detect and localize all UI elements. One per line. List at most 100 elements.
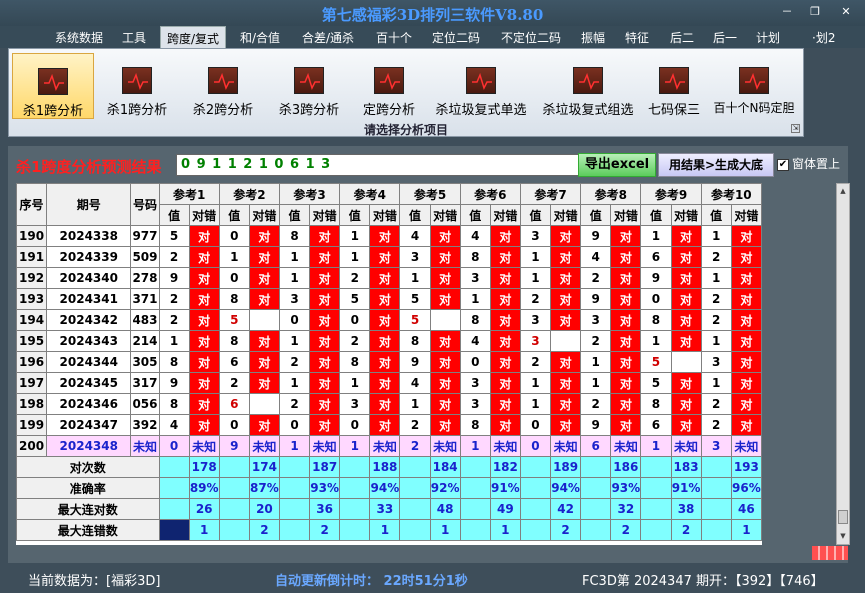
table-row[interactable]: 198 2024346 056 8 对 6 2 对 3 对 1 对 3 对 1 对 2 对 8 对 2 对 xyxy=(16,393,762,415)
col-header-ref[interactable]: 参考2 xyxy=(218,183,280,205)
col-subheader-match[interactable]: 对错 xyxy=(429,204,461,226)
col-subheader-value[interactable]: 值 xyxy=(580,204,612,226)
col-subheader-value[interactable]: 值 xyxy=(278,204,311,226)
ribbon-kill2-span[interactable]: 杀2跨分析 xyxy=(185,53,261,119)
menu-span-compound[interactable]: 跨度/复式 xyxy=(160,26,227,48)
col-header-seq[interactable]: 序号 xyxy=(16,183,48,226)
menu-amplitude[interactable]: 振幅 xyxy=(581,29,605,46)
ribbon-kill3-span[interactable]: 杀3跨分析 xyxy=(271,53,347,119)
result-field[interactable]: 0 9 1 1 2 1 0 6 1 3 xyxy=(176,154,584,176)
stats-value: 1 xyxy=(730,519,762,541)
cell-value: 1 xyxy=(640,330,672,352)
menu-plan-2[interactable]: ·划2 xyxy=(812,29,835,46)
ribbon-label: 百十个N码定胆 xyxy=(713,101,795,115)
table-row[interactable]: 197 2024345 317 9 对 2 对 1 对 1 对 4 对 3 对 1 对 1 对 5 对 1 对 xyxy=(16,372,762,394)
cell-value: 1 xyxy=(640,435,672,457)
col-subheader-match[interactable]: 对错 xyxy=(248,204,280,226)
col-header-ref[interactable]: 参考8 xyxy=(580,183,642,205)
col-header-ref[interactable]: 参考4 xyxy=(339,183,401,205)
menu-last-one[interactable]: 后一 xyxy=(713,29,737,46)
col-header-ref[interactable]: 参考10 xyxy=(700,183,762,205)
vertical-scrollbar[interactable]: ▲ ▼ xyxy=(836,183,850,545)
prediction-row[interactable]: 200 2024348 未知 0 未知 9 未知 1 未知 1 未知 2 未知 1 未知 0 未知 6 未知 1 未知 3… xyxy=(16,435,762,457)
ribbon-fixed-span[interactable]: 定跨分析 xyxy=(354,53,424,119)
col-subheader-match[interactable]: 对错 xyxy=(550,204,582,226)
col-subheader-value[interactable]: 值 xyxy=(339,204,371,226)
generate-bigbase-button[interactable]: 用结果>生成大底 xyxy=(658,153,774,177)
stats-value: 42 xyxy=(550,498,582,520)
col-header-number[interactable]: 号码 xyxy=(130,183,160,226)
cell-match: 对 xyxy=(730,393,762,415)
menu-sum[interactable]: 和/合值 xyxy=(240,29,280,46)
menu-plan[interactable]: 计划 xyxy=(756,29,780,46)
table-row[interactable]: 190 2024338 977 5 对 0 对 8 对 1 对 4 对 4 对 3 对 9 对 1 对 1 对 xyxy=(16,225,762,247)
ribbon-junk-group[interactable]: 杀垃圾复式组选 xyxy=(536,53,640,119)
cell-match: 对 xyxy=(730,225,762,247)
col-header-ref[interactable]: 参考5 xyxy=(399,183,461,205)
stats-spacer xyxy=(278,498,311,520)
col-subheader-value[interactable]: 值 xyxy=(700,204,732,226)
col-header-ref[interactable]: 参考6 xyxy=(459,183,521,205)
row-period: 2024346 xyxy=(46,393,132,415)
cell-value: 8 xyxy=(158,351,190,373)
dialog-launcher-icon[interactable]: ⇲ xyxy=(791,124,800,133)
col-subheader-match[interactable]: 对错 xyxy=(188,204,220,226)
col-subheader-value[interactable]: 值 xyxy=(158,204,190,226)
table-row[interactable]: 192 2024340 278 9 对 0 对 1 对 2 对 1 对 3 对 1 对 2 对 9 对 1 对 xyxy=(16,267,762,289)
table-row[interactable]: 199 2024347 392 4 对 0 对 0 对 0 对 2 对 8 对 0 对 9 对 6 对 2 对 xyxy=(16,414,762,436)
col-subheader-match[interactable]: 对错 xyxy=(309,204,341,226)
chart-icon xyxy=(573,67,603,94)
cell-value: 1 xyxy=(519,267,552,289)
table-row[interactable]: 195 2024343 214 1 对 8 对 1 对 2 对 8 对 4 对 3 2 对 1 对 1 对 xyxy=(16,330,762,352)
scroll-down-icon[interactable]: ▼ xyxy=(838,530,848,542)
col-subheader-value[interactable]: 值 xyxy=(399,204,431,226)
table-row[interactable]: 193 2024341 371 2 对 8 对 3 对 5 对 5 对 1 对 2 对 9 对 0 对 2 对 xyxy=(16,288,762,310)
close-button[interactable]: ✕ xyxy=(835,5,857,19)
ribbon-n-code[interactable]: 百十个N码定胆 xyxy=(707,53,801,119)
ribbon-junk-single[interactable]: 杀垃圾复式单选 xyxy=(429,53,533,119)
cell-value: 0 xyxy=(339,309,371,331)
menu-position-two[interactable]: 定位二码 xyxy=(432,29,480,46)
menu-nonposition-two[interactable]: 不定位二码 xyxy=(501,29,561,46)
stats-spacer xyxy=(700,519,732,541)
menu-tools[interactable]: 工具 xyxy=(122,29,146,46)
col-subheader-match[interactable]: 对错 xyxy=(610,204,642,226)
col-subheader-value[interactable]: 值 xyxy=(519,204,552,226)
col-subheader-match[interactable]: 对错 xyxy=(670,204,702,226)
cell-value: 2 xyxy=(158,288,190,310)
col-subheader-value[interactable]: 值 xyxy=(218,204,250,226)
col-subheader-value[interactable]: 值 xyxy=(640,204,672,226)
col-header-period[interactable]: 期号 xyxy=(46,183,132,226)
data-grid[interactable]: 序号 期号 号码 参考1 参考2 参考3 参考4 参考5 参考6 参考7 参考8 参考9 参考10… xyxy=(16,183,762,545)
col-subheader-match[interactable]: 对错 xyxy=(730,204,762,226)
minimize-button[interactable]: － xyxy=(776,5,798,19)
stats-value: 91% xyxy=(489,477,521,499)
table-row[interactable]: 191 2024339 509 2 对 1 对 1 对 1 对 3 对 8 对 1 对 4 对 6 对 2 对 xyxy=(16,246,762,268)
export-excel-button[interactable]: 导出excel xyxy=(578,153,656,177)
cell-match: 对 xyxy=(730,309,762,331)
col-header-ref[interactable]: 参考9 xyxy=(640,183,702,205)
col-header-ref[interactable]: 参考1 xyxy=(158,183,220,205)
col-header-ref[interactable]: 参考7 xyxy=(519,183,582,205)
scroll-up-icon[interactable]: ▲ xyxy=(838,185,848,197)
ribbon-kill1-span[interactable]: 杀1跨分析 xyxy=(12,53,94,119)
table-row[interactable]: 196 2024344 305 8 对 6 对 2 对 8 对 9 对 0 对 2 对 1 对 5 3 对 xyxy=(16,351,762,373)
scroll-thumb[interactable] xyxy=(838,510,848,524)
col-subheader-match[interactable]: 对错 xyxy=(489,204,521,226)
col-subheader-match[interactable]: 对错 xyxy=(369,204,401,226)
stats-spacer xyxy=(158,519,190,541)
menu-last-two[interactable]: 后二 xyxy=(670,29,694,46)
ribbon-kill1-span-b[interactable]: 杀1跨分析 xyxy=(99,53,175,119)
cell-value: 3 xyxy=(459,393,491,415)
menu-diff-kill[interactable]: 合差/通杀 xyxy=(302,29,354,46)
topmost-checkbox[interactable]: ✔ 窗体置上 xyxy=(777,155,840,172)
table-row[interactable]: 194 2024342 483 2 对 5 0 对 0 对 5 8 对 3 对 3 对 8 对 2 对 xyxy=(16,309,762,331)
maximize-button[interactable]: ❐ xyxy=(804,5,826,19)
menu-system-data[interactable]: 系统数据 xyxy=(55,29,103,46)
menu-feature[interactable]: 特征 xyxy=(625,29,649,46)
col-header-ref[interactable]: 参考3 xyxy=(278,183,341,205)
col-subheader-value[interactable]: 值 xyxy=(459,204,491,226)
chart-icon xyxy=(659,67,689,94)
ribbon-seven-code[interactable]: 七码保三 xyxy=(642,53,706,119)
menu-digits[interactable]: 百十个 xyxy=(376,29,412,46)
